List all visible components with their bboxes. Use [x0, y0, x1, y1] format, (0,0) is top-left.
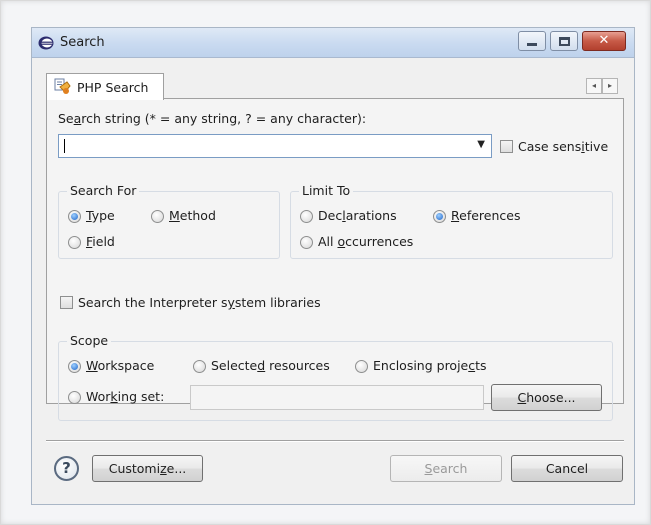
radio-type[interactable] [68, 210, 81, 223]
search-for-title: Search For [67, 183, 140, 198]
close-button[interactable]: ✕ [582, 31, 626, 51]
limit-to-group: Limit To Declarations References All occ… [290, 183, 613, 259]
radio-references-label[interactable]: References [451, 208, 520, 223]
php-search-icon [54, 78, 71, 94]
minimize-button[interactable] [518, 31, 546, 51]
radio-references[interactable] [433, 210, 446, 223]
customize-button[interactable]: Customize... [92, 455, 203, 482]
interpreter-libraries-checkbox[interactable] [60, 296, 73, 309]
tab-strip: PHP Search ◂ ▸ [46, 73, 624, 100]
radio-declarations[interactable] [300, 210, 313, 223]
close-icon: ✕ [598, 33, 610, 48]
search-string-combo[interactable]: ▼ [58, 134, 492, 158]
interpreter-libraries-label[interactable]: Search the Interpreter system libraries [78, 295, 321, 310]
radio-all-occurrences-label[interactable]: All occurrences [318, 234, 413, 249]
radio-field-label[interactable]: Field [86, 234, 115, 249]
title-bar[interactable]: Search ✕ [32, 28, 634, 58]
search-button[interactable]: Search [390, 455, 502, 482]
limit-to-title: Limit To [299, 183, 354, 198]
radio-method-label[interactable]: Method [169, 208, 216, 223]
radio-declarations-label[interactable]: Declarations [318, 208, 397, 223]
case-sensitive-checkbox[interactable] [500, 140, 513, 153]
screenshot-frame: Search ✕ PHP Search ◂ ▸ Search string (*… [0, 0, 651, 525]
search-for-group: Search For Type Method Field [58, 183, 280, 259]
radio-field[interactable] [68, 236, 81, 249]
tab-label: PHP Search [77, 80, 149, 95]
text-caret [64, 139, 65, 153]
chevron-down-icon[interactable]: ▼ [477, 139, 485, 150]
radio-method[interactable] [151, 210, 164, 223]
cancel-button[interactable]: Cancel [511, 455, 623, 482]
help-icon[interactable]: ? [54, 456, 79, 481]
scroll-left-button[interactable]: ◂ [586, 78, 602, 94]
footer-separator [46, 440, 624, 442]
radio-selected-resources-label[interactable]: Selected resources [211, 358, 330, 373]
radio-enclosing-projects-label[interactable]: Enclosing projects [373, 358, 487, 373]
radio-workspace[interactable] [68, 360, 81, 373]
php-search-panel: Search string (* = any string, ? = any c… [46, 98, 624, 421]
search-dialog: Search ✕ PHP Search ◂ ▸ Search string (*… [31, 27, 635, 505]
choose-button[interactable]: Choose... [491, 384, 602, 411]
radio-working-set[interactable] [68, 391, 81, 404]
scope-title: Scope [67, 333, 112, 348]
scroll-right-button[interactable]: ▸ [602, 78, 618, 94]
case-sensitive-label[interactable]: Case sensitive [518, 139, 608, 154]
radio-enclosing-projects[interactable] [355, 360, 368, 373]
window-title: Search [60, 35, 105, 50]
tab-scroll-buttons: ◂ ▸ [586, 78, 618, 94]
search-string-label: Search string (* = any string, ? = any c… [58, 111, 367, 126]
radio-type-label[interactable]: Type [86, 208, 115, 223]
eclipse-app-icon [38, 36, 54, 50]
tab-php-search[interactable]: PHP Search [46, 73, 164, 100]
radio-workspace-label[interactable]: Workspace [86, 358, 154, 373]
scope-group: Scope Workspace Selected resources Enclo… [58, 333, 613, 421]
chevron-right-icon: ▸ [607, 81, 612, 90]
radio-working-set-label[interactable]: Working set: [86, 389, 164, 404]
minimize-icon [527, 43, 537, 46]
working-set-field[interactable] [190, 385, 484, 410]
maximize-icon [559, 37, 570, 46]
radio-all-occurrences[interactable] [300, 236, 313, 249]
maximize-button[interactable] [550, 31, 578, 51]
chevron-left-icon: ◂ [591, 81, 596, 90]
radio-selected-resources[interactable] [193, 360, 206, 373]
